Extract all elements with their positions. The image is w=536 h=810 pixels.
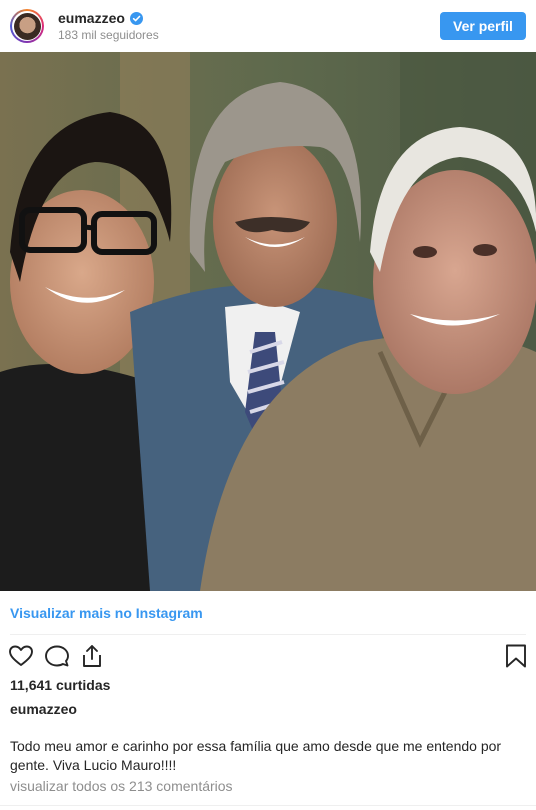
like-count[interactable]: 11,641 curtidas — [10, 677, 110, 693]
bookmark-icon[interactable] — [503, 643, 529, 669]
post-photo-image — [0, 52, 536, 591]
follower-count: 183 mil seguidores — [58, 28, 159, 42]
post-caption: Todo meu amor e carinho por essa família… — [10, 738, 502, 773]
post-header: eumazzeo 183 mil seguidores Ver perfil — [0, 0, 536, 52]
avatar[interactable] — [10, 9, 44, 43]
post-photo[interactable] — [0, 52, 536, 591]
view-all-comments-link[interactable]: visualizar todos os 213 comentários — [10, 778, 233, 794]
avatar-ring — [12, 11, 42, 41]
view-profile-button[interactable]: Ver perfil — [440, 12, 526, 40]
heart-icon[interactable] — [8, 643, 34, 669]
username-text: eumazzeo — [58, 10, 125, 26]
comment-bubble-icon[interactable] — [44, 643, 70, 669]
avatar-image — [13, 12, 41, 40]
username-link[interactable]: eumazzeo — [58, 10, 143, 26]
bottom-divider — [0, 805, 536, 806]
view-more-on-instagram-link[interactable]: Visualizar mais no Instagram — [10, 605, 203, 621]
divider — [10, 634, 526, 635]
verified-badge-icon — [129, 12, 143, 25]
share-icon[interactable] — [79, 643, 105, 669]
caption-username[interactable]: eumazzeo — [10, 701, 77, 717]
